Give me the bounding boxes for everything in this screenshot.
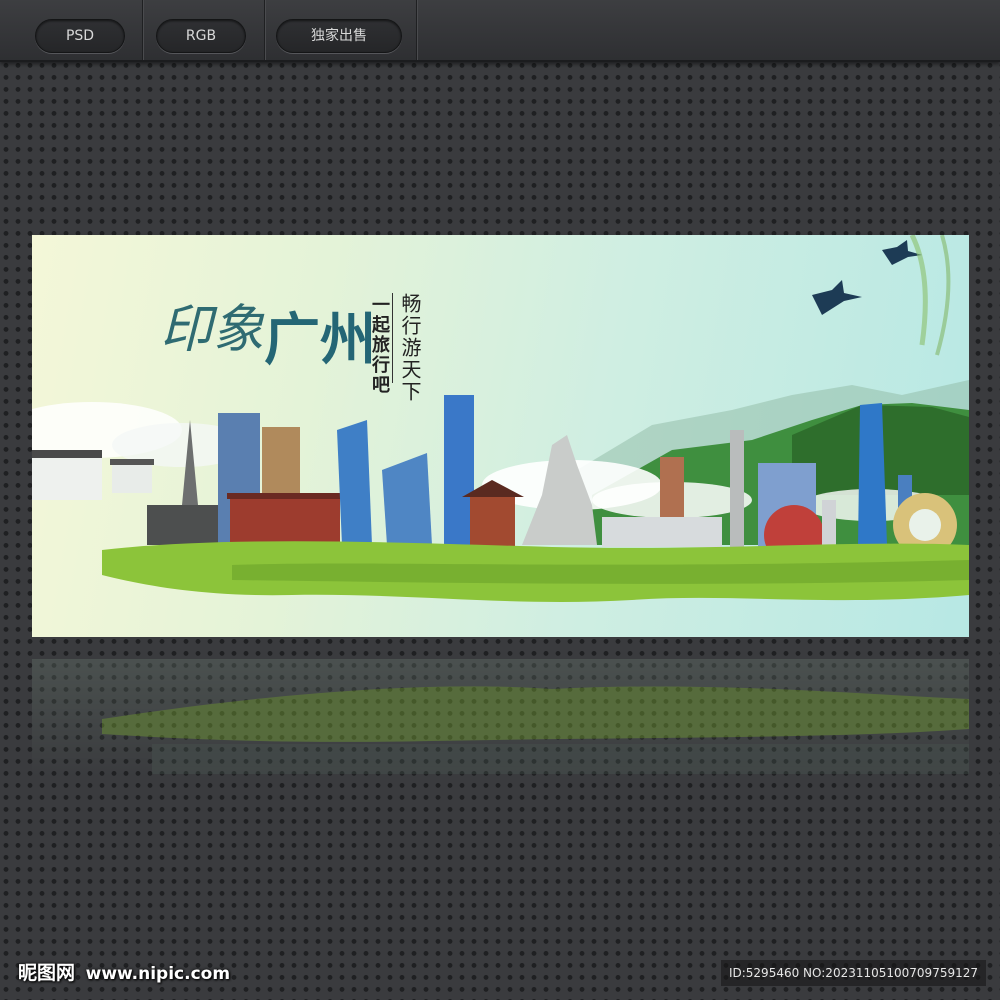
banner-reflection: [32, 659, 969, 779]
image-id-label: ID:5295460 NO:20231105100709759127: [720, 960, 986, 986]
tag-cell-psd: PSD: [0, 0, 143, 60]
banner-subtitle: 一起旅行吧: [369, 295, 390, 395]
banner-slogan: 畅行游天下: [398, 293, 422, 403]
tag-cell-rgb: RGB: [142, 0, 265, 60]
banner-preview[interactable]: 印象 广州 一起旅行吧 畅行游天下: [32, 235, 969, 637]
tag-exclusive-sale[interactable]: 独家出售: [276, 19, 402, 53]
nipic-logo-url: www.nipic.com: [85, 964, 231, 984]
tag-rgb[interactable]: RGB: [156, 19, 246, 53]
top-toolbar: PSD RGB 独家出售: [0, 0, 1000, 62]
reflection-artwork: [102, 686, 969, 774]
tag-psd[interactable]: PSD: [35, 19, 125, 53]
tag-cell-exclusive: 独家出售: [264, 0, 417, 60]
nipic-logo-cn: 昵图网: [18, 962, 76, 984]
banner-title-impression: 印象: [160, 300, 265, 360]
title-divider: [392, 293, 393, 383]
nipic-logo[interactable]: 昵图网 www.nipic.com: [18, 958, 230, 985]
banner-title-guangzhou: 广州: [264, 307, 376, 373]
